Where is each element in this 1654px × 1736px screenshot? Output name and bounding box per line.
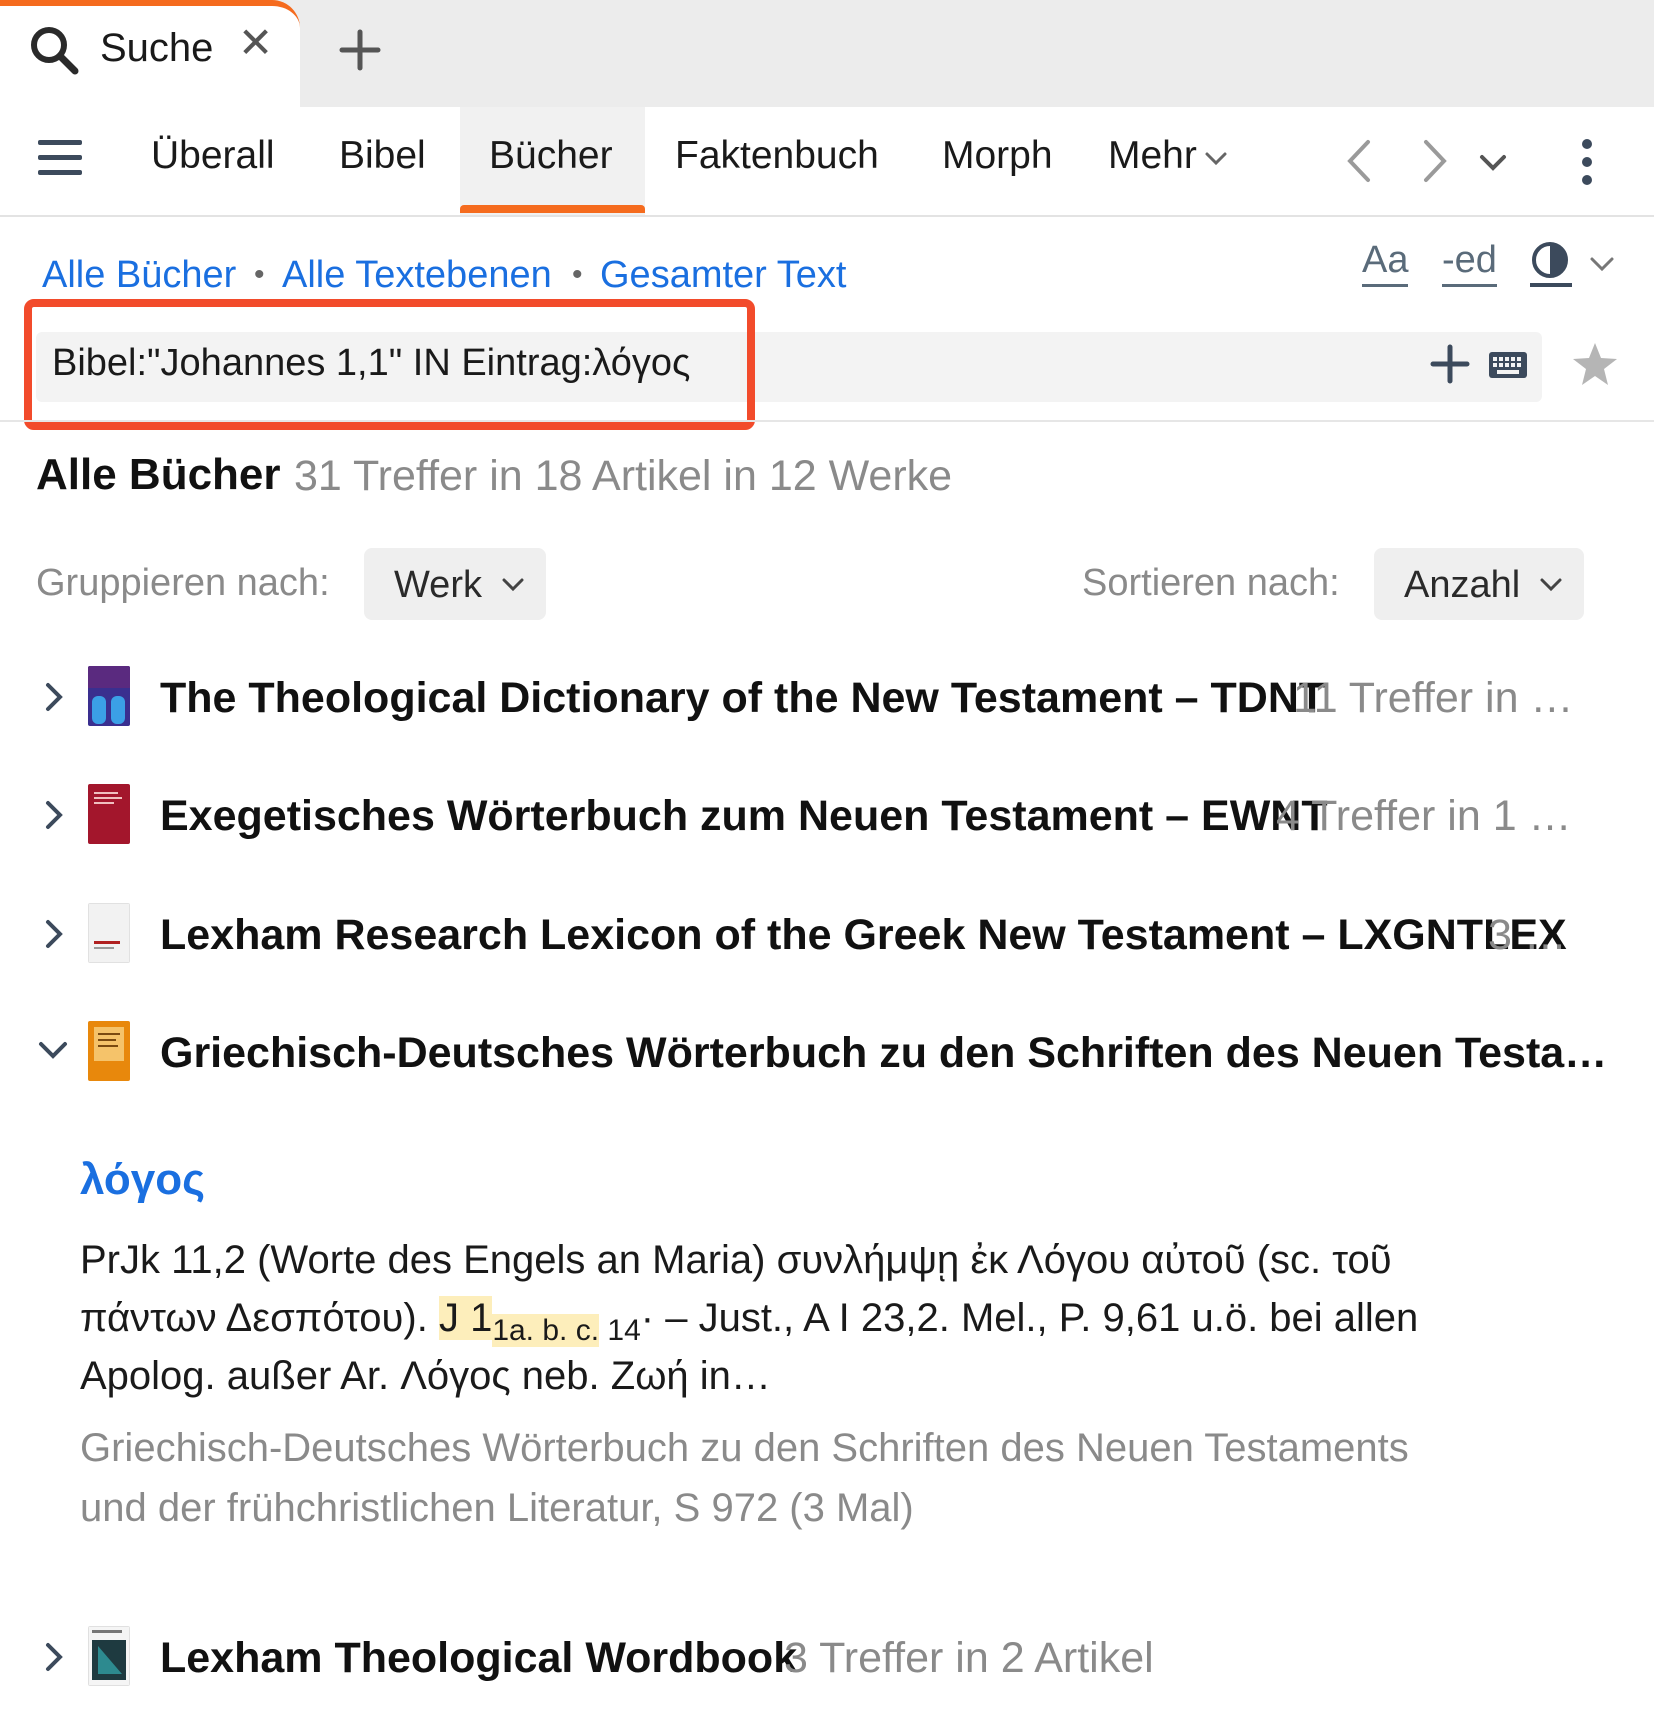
article-headword[interactable]: λόγος xyxy=(80,1155,205,1205)
article-source[interactable]: und der frühchristlichen Literatur, S 97… xyxy=(80,1486,914,1531)
hit-highlight[interactable]: 1a. xyxy=(492,1314,535,1347)
result-meta: 3 Treffer in 2 Artikel xyxy=(784,1634,1154,1682)
forward-arrow-icon[interactable] xyxy=(1414,138,1454,184)
result-title[interactable]: Exegetisches Wörterbuch zum Neuen Testam… xyxy=(160,792,1328,841)
article-source[interactable]: Griechisch-Deutsches Wörterbuch zu den S… xyxy=(80,1426,1409,1471)
article-snippet-line: Apolog. außer Ar. Λόγος neb. Ζωή in… xyxy=(80,1354,771,1398)
result-title[interactable]: Lexham Theological Wordbook xyxy=(160,1634,797,1683)
result-meta: 11 Treffer in … xyxy=(1293,674,1574,722)
article-snippet-line: πάντων Δεσπότου). J 11a. b. c. 14· – Jus… xyxy=(80,1296,1418,1348)
tab-close-button[interactable]: ✕ xyxy=(238,22,273,64)
group-by-label: Gruppieren nach: xyxy=(36,562,330,604)
result-meta: 3 … xyxy=(1488,911,1567,959)
highlight-annotation-box xyxy=(24,299,755,430)
nav-tab-active-indicator xyxy=(460,205,645,213)
word-forms-button[interactable]: -ed xyxy=(1442,239,1497,287)
chevron-down-icon xyxy=(1540,578,1562,592)
group-by-value: Werk xyxy=(394,564,482,606)
more-options-icon[interactable] xyxy=(1572,138,1602,186)
breadcrumb-separator: • xyxy=(572,258,583,291)
chevron-down-icon[interactable] xyxy=(1588,254,1616,276)
nav-tab-bible[interactable]: Bibel xyxy=(339,134,426,178)
sort-by-value: Anzahl xyxy=(1404,564,1521,606)
nav-tab-books[interactable]: Bücher xyxy=(489,134,613,178)
hit-highlight[interactable]: J 1 xyxy=(438,1296,493,1340)
result-row-lxgntlex[interactable]: Lexham Research Lexicon of the Greek New… xyxy=(36,897,1616,977)
result-row-ewnt[interactable]: Exegetisches Wörterbuch zum Neuen Testam… xyxy=(36,778,1616,858)
contrast-icon[interactable] xyxy=(1528,240,1574,290)
search-icon xyxy=(31,27,79,75)
snippet-text: πάντων Δεσπότου). xyxy=(80,1296,439,1340)
book-cover-icon xyxy=(88,1626,130,1686)
result-title[interactable]: Lexham Research Lexicon of the Greek New… xyxy=(160,911,1567,960)
result-title[interactable]: Griechisch-Deutsches Wörterbuch zu den S… xyxy=(160,1029,1607,1078)
history-dropdown-icon[interactable] xyxy=(1478,152,1508,174)
nav-tab-factbook[interactable]: Faktenbuch xyxy=(675,134,879,178)
snippet-text: · – Just., A I 23,2. Mel., P. 9,61 u.ö. … xyxy=(640,1296,1419,1340)
breadcrumb-all-books[interactable]: Alle Bücher xyxy=(42,254,236,297)
back-arrow-icon[interactable] xyxy=(1340,138,1380,184)
result-title[interactable]: The Theological Dictionary of the New Te… xyxy=(160,674,1325,723)
chevron-right-icon[interactable] xyxy=(41,680,67,714)
hamburger-menu-icon[interactable] xyxy=(38,138,82,178)
hit-highlight[interactable]: c. xyxy=(567,1314,600,1347)
chevron-down-icon[interactable] xyxy=(36,1037,70,1063)
book-cover-icon xyxy=(88,1021,130,1081)
book-cover-icon xyxy=(88,784,130,844)
tab-label: Suche xyxy=(100,26,214,70)
add-term-icon[interactable] xyxy=(1430,344,1470,384)
book-cover-icon xyxy=(88,666,130,726)
result-row-tdnt[interactable]: The Theological Dictionary of the New Te… xyxy=(36,660,1616,740)
result-row-bdag[interactable]: Griechisch-Deutsches Wörterbuch zu den S… xyxy=(36,1015,1616,1095)
group-by-dropdown[interactable]: Werk xyxy=(364,548,546,620)
chevron-right-icon[interactable] xyxy=(41,798,67,832)
snippet-subscript: 14 xyxy=(599,1314,641,1347)
nav-tab-everywhere[interactable]: Überall xyxy=(151,134,275,178)
book-cover-icon xyxy=(88,903,130,963)
breadcrumb-separator: • xyxy=(254,258,265,291)
star-icon[interactable] xyxy=(1570,340,1620,390)
keyboard-icon[interactable] xyxy=(1488,350,1528,380)
article-snippet-line: PrJk 11,2 (Worte des Engels an Maria) συ… xyxy=(80,1238,1392,1282)
hit-highlight[interactable]: b. xyxy=(534,1314,568,1347)
nav-tab-morph[interactable]: Morph xyxy=(942,134,1053,178)
sort-by-label: Sortieren nach: xyxy=(1082,562,1340,604)
chevron-right-icon[interactable] xyxy=(41,917,67,951)
chevron-right-icon[interactable] xyxy=(41,1640,67,1674)
results-summary: 31 Treffer in 18 Artikel in 12 Werke xyxy=(294,452,953,500)
plus-icon[interactable] xyxy=(336,26,384,74)
divider xyxy=(0,420,1654,422)
chevron-down-icon[interactable] xyxy=(1204,150,1228,168)
result-row-ltw[interactable]: Lexham Theological Wordbook 3 Treffer in… xyxy=(36,1620,1616,1700)
result-meta: 4 Treffer in 1 … xyxy=(1276,792,1572,840)
results-heading: Alle Bücher xyxy=(36,450,281,499)
breadcrumb-all-text-levels[interactable]: Alle Textebenen xyxy=(282,254,552,297)
breadcrumb-entire-text[interactable]: Gesamter Text xyxy=(600,254,846,297)
font-size-button[interactable]: Aa xyxy=(1362,239,1409,287)
chevron-down-icon xyxy=(502,578,524,592)
nav-tab-more[interactable]: Mehr xyxy=(1108,134,1197,178)
sort-by-dropdown[interactable]: Anzahl xyxy=(1374,548,1584,620)
